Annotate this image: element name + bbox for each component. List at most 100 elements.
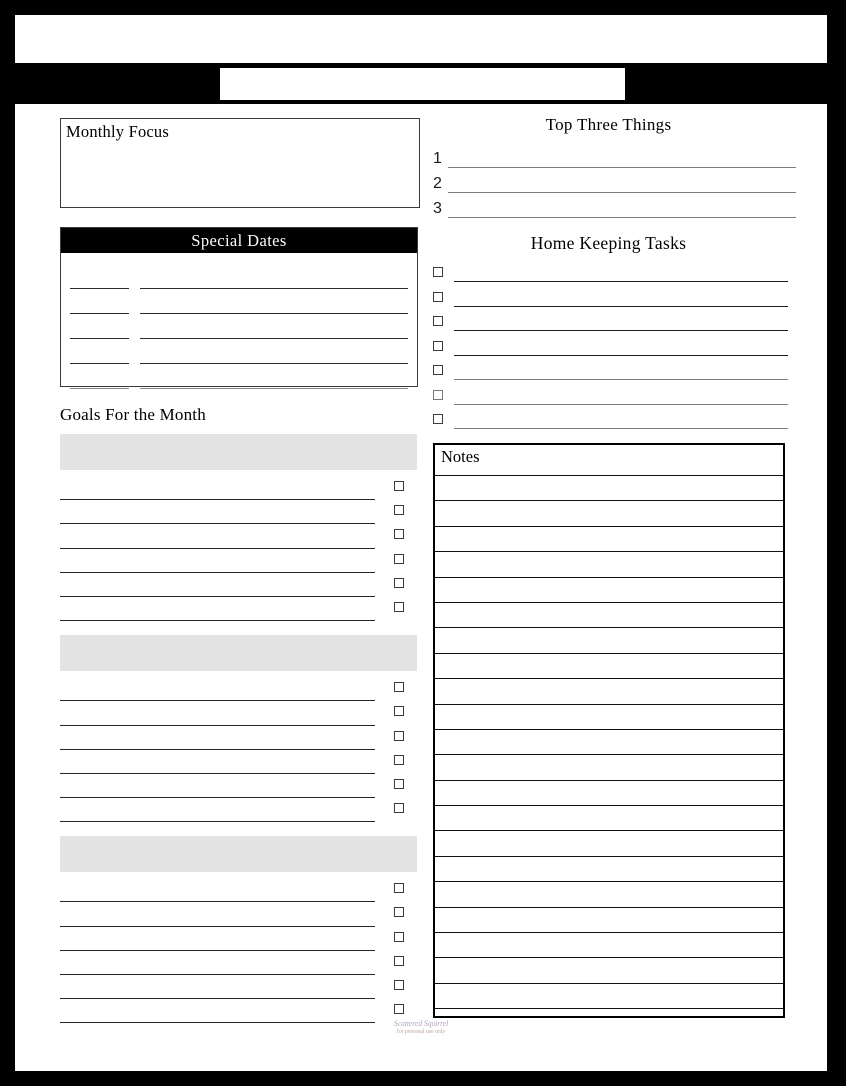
special-date-field[interactable] — [70, 317, 129, 339]
top-three-row[interactable]: 3 — [433, 193, 798, 218]
home-keeping-task-row[interactable] — [433, 407, 798, 432]
notes-line[interactable] — [435, 881, 783, 906]
goal-row[interactable] — [60, 951, 417, 975]
goal-input-line[interactable] — [60, 752, 375, 774]
special-dates-row[interactable] — [70, 289, 408, 314]
goal-input-line[interactable] — [60, 502, 375, 525]
special-date-description-field[interactable] — [140, 367, 408, 389]
notes-line[interactable] — [435, 576, 783, 602]
checkbox-icon[interactable] — [433, 389, 443, 400]
goal-input-line[interactable] — [60, 880, 375, 903]
home-keeping-task-row[interactable] — [433, 334, 798, 359]
special-date-field[interactable] — [70, 267, 129, 289]
checkbox-icon[interactable] — [394, 481, 404, 491]
home-keeping-task-input-line[interactable] — [454, 287, 788, 307]
notes-line[interactable] — [435, 906, 783, 932]
checkbox-icon[interactable] — [394, 907, 404, 918]
checkbox-icon[interactable] — [394, 803, 404, 814]
notes-line[interactable] — [435, 855, 783, 881]
goal-input-line[interactable] — [60, 478, 375, 501]
notes-line[interactable] — [435, 627, 783, 652]
home-keeping-task-row[interactable] — [433, 358, 798, 383]
checkbox-icon[interactable] — [394, 778, 404, 789]
special-date-description-field[interactable] — [140, 292, 408, 314]
home-keeping-task-input-line[interactable] — [454, 360, 788, 381]
goal-input-line[interactable] — [60, 929, 375, 951]
goal-input-line[interactable] — [60, 728, 375, 750]
checkbox-icon[interactable] — [433, 365, 443, 376]
notes-line[interactable] — [435, 652, 783, 678]
goal-input-line[interactable] — [60, 575, 375, 597]
goal-row[interactable] — [60, 597, 417, 622]
home-keeping-task-row[interactable] — [433, 260, 798, 285]
notes-line[interactable] — [435, 728, 783, 754]
goal-input-line[interactable] — [60, 551, 375, 573]
checkbox-icon[interactable] — [394, 553, 404, 564]
goal-input-line[interactable] — [60, 905, 375, 927]
notes-line[interactable] — [435, 779, 783, 805]
goal-row[interactable] — [60, 902, 417, 927]
checkbox-icon[interactable] — [394, 980, 404, 990]
checkbox-icon[interactable] — [394, 955, 404, 966]
top-three-input-line[interactable] — [448, 197, 796, 218]
special-date-description-field[interactable] — [140, 342, 408, 364]
checkbox-icon[interactable] — [394, 577, 404, 588]
home-keeping-task-input-line[interactable] — [454, 262, 788, 283]
notes-line[interactable] — [435, 754, 783, 779]
goal-input-line[interactable] — [60, 679, 375, 702]
goal-input-line[interactable] — [60, 953, 375, 975]
checkbox-icon[interactable] — [394, 931, 404, 942]
home-keeping-task-input-line[interactable] — [454, 311, 788, 332]
special-date-description-field[interactable] — [140, 317, 408, 339]
notes-line[interactable] — [435, 982, 783, 1008]
notes-line[interactable] — [435, 830, 783, 855]
checkbox-icon[interactable] — [433, 291, 443, 302]
goal-row[interactable] — [60, 927, 417, 951]
goal-group-heading-field[interactable] — [60, 836, 417, 873]
goal-row[interactable] — [60, 500, 417, 525]
checkbox-icon[interactable] — [394, 706, 404, 717]
special-dates-row[interactable] — [70, 364, 408, 389]
goal-input-line[interactable] — [60, 776, 375, 799]
goal-group-heading-field[interactable] — [60, 635, 417, 672]
goal-row[interactable] — [60, 549, 417, 573]
notes-line[interactable] — [435, 805, 783, 830]
checkbox-icon[interactable] — [433, 414, 443, 425]
top-three-row[interactable]: 2 — [433, 168, 798, 193]
checkbox-icon[interactable] — [394, 730, 404, 741]
monthly-focus-box[interactable]: Monthly Focus — [60, 118, 420, 208]
special-date-field[interactable] — [70, 292, 129, 314]
special-date-field[interactable] — [70, 367, 129, 389]
checkbox-icon[interactable] — [433, 267, 443, 278]
goal-row[interactable] — [60, 476, 417, 501]
special-date-field[interactable] — [70, 342, 129, 364]
checkbox-icon[interactable] — [394, 529, 404, 540]
home-keeping-task-input-line[interactable] — [454, 336, 788, 356]
special-dates-row[interactable] — [70, 264, 408, 289]
notes-line[interactable] — [435, 957, 783, 982]
notes-line[interactable] — [435, 525, 783, 551]
checkbox-icon[interactable] — [394, 601, 404, 612]
special-dates-row[interactable] — [70, 339, 408, 364]
goal-row[interactable] — [60, 774, 417, 799]
special-date-description-field[interactable] — [140, 267, 408, 289]
notes-line[interactable] — [435, 475, 783, 500]
checkbox-icon[interactable] — [394, 754, 404, 765]
goal-row[interactable] — [60, 573, 417, 597]
goal-row[interactable] — [60, 677, 417, 702]
notes-line[interactable] — [435, 551, 783, 576]
goal-row[interactable] — [60, 726, 417, 750]
notes-line[interactable] — [435, 932, 783, 957]
checkbox-icon[interactable] — [394, 505, 404, 516]
goal-group-heading-field[interactable] — [60, 434, 417, 470]
goal-row[interactable] — [60, 524, 417, 549]
checkbox-icon[interactable] — [394, 682, 404, 693]
checkbox-icon[interactable] — [433, 340, 443, 351]
top-three-input-line[interactable] — [448, 147, 796, 168]
notes-line[interactable] — [435, 703, 783, 729]
goal-row[interactable] — [60, 701, 417, 726]
top-three-input-line[interactable] — [448, 172, 796, 193]
checkbox-icon[interactable] — [433, 316, 443, 327]
goal-row[interactable] — [60, 798, 417, 823]
home-keeping-task-input-line[interactable] — [454, 409, 788, 430]
